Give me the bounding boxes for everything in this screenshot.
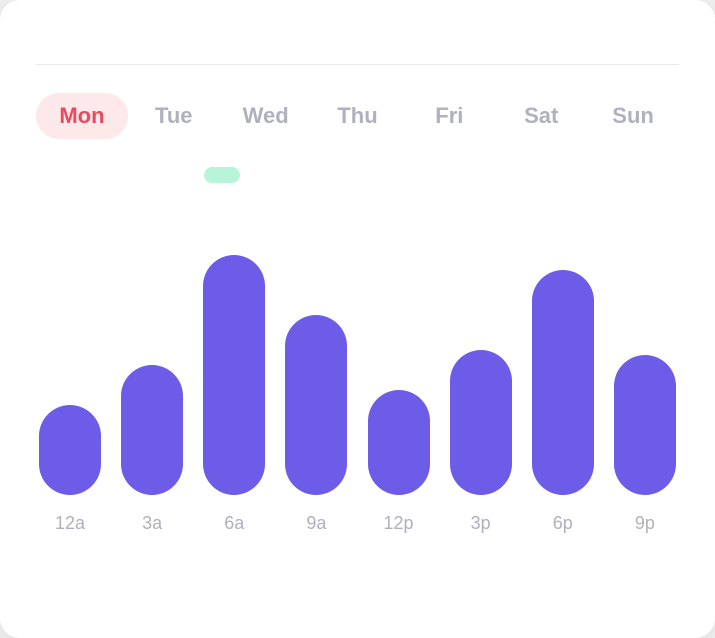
x-labels-row: 12a 3a 6a 9a 12p 3p 6p 9p [36,513,679,534]
bar-wrapper-6a [200,225,268,495]
x-label-3p: 3p [447,513,515,534]
day-tab-thu[interactable]: Thu [312,93,404,139]
bar-9p [614,355,676,495]
day-tab-mon[interactable]: Mon [36,93,128,139]
day-tab-sun[interactable]: Sun [587,93,679,139]
bar-12a [39,405,101,495]
day-tabs-row: MonTueWedThuFriSatSun [36,93,679,139]
bar-wrapper-12a [36,225,104,495]
day-tab-wed[interactable]: Wed [220,93,312,139]
divider [36,64,679,65]
bar-wrapper-3a [118,225,186,495]
day-tab-tue[interactable]: Tue [128,93,220,139]
day-tab-fri[interactable]: Fri [403,93,495,139]
bars-row [36,175,679,495]
bar-3p [450,350,512,495]
bar-3a [121,365,183,495]
bar-6p [532,270,594,495]
bar-wrapper-12p [365,225,433,495]
bar-wrapper-3p [447,225,515,495]
bar-12p [368,390,430,495]
bar-wrapper-6p [529,225,597,495]
bar-9a [285,315,347,495]
x-label-12a: 12a [36,513,104,534]
x-label-9p: 9p [611,513,679,534]
x-label-3a: 3a [118,513,186,534]
chart-area: 12a 3a 6a 9a 12p 3p 6p 9p [36,175,679,598]
bar-wrapper-9a [282,225,350,495]
most-active-badge [204,167,240,183]
x-label-12p: 12p [365,513,433,534]
x-label-6a: 6a [200,513,268,534]
day-tab-sat[interactable]: Sat [495,93,587,139]
bar-wrapper-9p [611,225,679,495]
bar-6a [203,255,265,495]
x-label-9a: 9a [282,513,350,534]
x-label-6p: 6p [529,513,597,534]
best-time-card: MonTueWedThuFriSatSun 12a 3a 6a 9a 12p 3p 6p 9p [0,0,715,638]
